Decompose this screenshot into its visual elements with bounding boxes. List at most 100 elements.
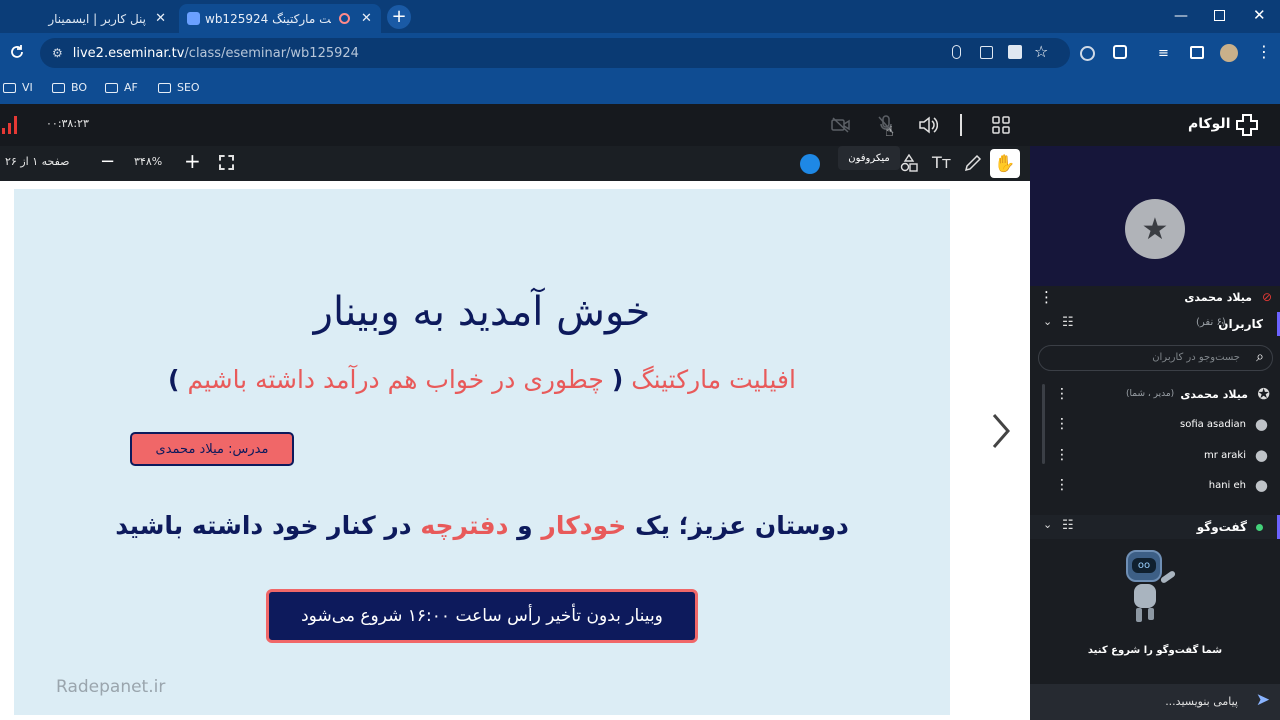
- site-info-icon[interactable]: ⚙: [52, 46, 63, 60]
- bookmark-label: BO: [71, 81, 88, 94]
- puzzle-icon[interactable]: [1113, 45, 1127, 59]
- tab-webinar[interactable]: wb125924 افیلیت مارکتینگ ✕: [179, 4, 381, 33]
- user-star-icon: ✪: [1257, 385, 1270, 403]
- bookmark-folder[interactable]: BO: [52, 81, 87, 94]
- chevron-down-icon[interactable]: ⌄: [1043, 518, 1052, 531]
- start-time-text: وبینار بدون تأخیر رأس ساعت ۱۶:۰۰ شروع می…: [301, 606, 663, 626]
- minimize-button[interactable]: —: [1174, 8, 1188, 24]
- shapes-icon[interactable]: [900, 154, 918, 172]
- side-panel-icon[interactable]: [1190, 46, 1204, 59]
- cursor-pointer-icon: ☝: [885, 124, 894, 140]
- hand-icon: ✋: [994, 153, 1016, 174]
- text-tool-icon[interactable]: Tт: [932, 153, 951, 172]
- users-header[interactable]: ⌄ ☷ (۶ نفر) کاربران: [1030, 312, 1280, 336]
- zoom-in-button[interactable]: +: [184, 149, 201, 173]
- user-name: sofia asadian: [1180, 419, 1246, 430]
- app-logo-text: الوکام: [1188, 116, 1231, 132]
- presenter-name: میلاد محمدی: [1184, 291, 1252, 304]
- app-logo-icon: [1235, 113, 1259, 137]
- mic-muted-icon: ⊘: [1261, 290, 1272, 304]
- next-slide-chevron-icon[interactable]: [988, 411, 1014, 451]
- close-window-button[interactable]: ✕: [1253, 6, 1266, 24]
- instruction-part: دوستان عزیز؛ یک: [626, 511, 849, 540]
- reload-icon[interactable]: [9, 44, 25, 60]
- filter-icon[interactable]: ☷: [1062, 518, 1074, 533]
- folder-icon: [3, 82, 16, 93]
- subtitle-highlight: افیلیت مارکتینگ: [631, 365, 796, 394]
- user-row[interactable]: ⋮ (مدیر ، شما) میلاد محمدی ✪: [1030, 384, 1280, 406]
- zoom-out-button[interactable]: −: [100, 151, 115, 172]
- profile-avatar[interactable]: [1220, 44, 1238, 62]
- message-placeholder: پیامی بنویسید...: [1165, 695, 1238, 708]
- chat-empty-message: شما گفت‌وگو را شروع کنید: [1087, 645, 1223, 656]
- bookmark-folder[interactable]: SEO: [158, 81, 200, 94]
- users-search[interactable]: جست‌وجو در کاربران ⌕: [1038, 345, 1273, 371]
- watermark: Radepanet.ir: [56, 677, 166, 697]
- presenter-label-row: ⋮ میلاد محمدی ⊘: [1030, 286, 1280, 310]
- more-options-icon[interactable]: ⋮: [1055, 386, 1069, 402]
- message-input[interactable]: پیامی بنویسید... ➤: [1030, 684, 1280, 720]
- user-name: میلاد محمدی: [1180, 388, 1248, 401]
- bookmark-label: SEO: [177, 81, 200, 94]
- zoom-level: ۳۴۸%: [134, 155, 163, 168]
- users-title: کاربران: [1218, 317, 1263, 331]
- page-info: صفحه ۱ از ۲۶: [5, 155, 70, 168]
- signal-icon: [0, 116, 20, 134]
- maximize-button[interactable]: [1214, 10, 1225, 21]
- close-icon[interactable]: ✕: [361, 11, 372, 26]
- fullscreen-icon[interactable]: [219, 155, 234, 170]
- more-options-icon[interactable]: ⋮: [1055, 447, 1069, 463]
- camera-off-icon[interactable]: [831, 117, 851, 133]
- translate-icon[interactable]: [1008, 45, 1022, 59]
- instruction-highlight: خودکار: [541, 511, 627, 540]
- chevron-down-icon[interactable]: ⌄: [1043, 315, 1052, 328]
- instruction-part: و: [508, 511, 542, 540]
- folder-icon: [52, 82, 65, 93]
- chat-header[interactable]: ⌄ ☷ گفت‌وگو: [1030, 515, 1280, 539]
- extension-icon[interactable]: [1080, 46, 1095, 61]
- menu-icon[interactable]: ⋮: [1256, 42, 1272, 61]
- instruction-part: در کنار خود داشته باشید: [115, 511, 421, 540]
- user-row[interactable]: ⋮ hani eh ●: [1030, 475, 1280, 497]
- media-icon[interactable]: ≡: [1158, 46, 1169, 61]
- search-placeholder: جست‌وجو در کاربران: [1152, 352, 1240, 363]
- user-icon: ●: [1254, 415, 1268, 433]
- bookmark-folder[interactable]: AF: [105, 81, 138, 94]
- bookmark-star-icon[interactable]: ☆: [1034, 42, 1048, 61]
- bookmark-label: VI: [22, 81, 33, 94]
- chat-title: گفت‌وگو: [1196, 520, 1247, 534]
- subtitle-paren-close: ): [168, 365, 180, 394]
- filter-icon[interactable]: ☷: [1062, 315, 1074, 330]
- tab-user-panel[interactable]: پنل کاربر | ایسمینار ✕: [40, 4, 176, 33]
- search-icon[interactable]: ⌕: [1256, 349, 1264, 365]
- speaker-icon[interactable]: [918, 116, 938, 134]
- folder-icon: [105, 82, 118, 93]
- user-row[interactable]: ⋮ mr araki ●: [1030, 445, 1280, 467]
- color-picker[interactable]: [800, 154, 820, 174]
- grid-icon[interactable]: [992, 116, 1010, 134]
- address-bar[interactable]: ⚙ live2.eseminar.tv /class/eseminar/wb12…: [40, 38, 1070, 68]
- open-external-icon[interactable]: [980, 46, 993, 59]
- user-row[interactable]: ⋮ sofia asadian ●: [1030, 414, 1280, 436]
- url-path: /class/eseminar/wb125924: [184, 45, 359, 61]
- hand-tool-button[interactable]: ✋: [990, 149, 1020, 178]
- bookmark-label: AF: [124, 81, 138, 94]
- tooltip-microphone: میکروفون: [838, 146, 900, 170]
- more-options-icon[interactable]: ⋮: [1055, 416, 1069, 432]
- more-options-icon[interactable]: ⋮: [1055, 477, 1069, 493]
- close-icon[interactable]: ✕: [155, 11, 166, 26]
- bookmark-folder[interactable]: VI: [3, 81, 33, 94]
- slide-instruction: دوستان عزیز؛ یک خودکار و دفترچه در کنار …: [14, 511, 950, 540]
- new-tab-button[interactable]: +: [387, 5, 411, 29]
- send-icon[interactable]: ➤: [1256, 690, 1270, 710]
- bookmarks-bar: VI BO AF SEO: [0, 73, 1280, 104]
- more-options-icon[interactable]: ⋮: [1039, 288, 1054, 306]
- tab-label: پنل کاربر | ایسمینار: [48, 11, 146, 26]
- microphone-icon[interactable]: [952, 45, 961, 59]
- user-role: (مدیر ، شما): [1126, 389, 1175, 399]
- user-icon: ●: [1254, 476, 1268, 494]
- browser-tab-bar: پنل کاربر | ایسمینار ✕ wb125924 افیلیت م…: [0, 0, 1280, 33]
- pencil-icon[interactable]: [964, 154, 982, 172]
- slide-subtitle: افیلیت مارکتینگ ( چطوری در خواب هم درآمد…: [14, 365, 950, 394]
- presenter-video: ★: [1030, 146, 1280, 286]
